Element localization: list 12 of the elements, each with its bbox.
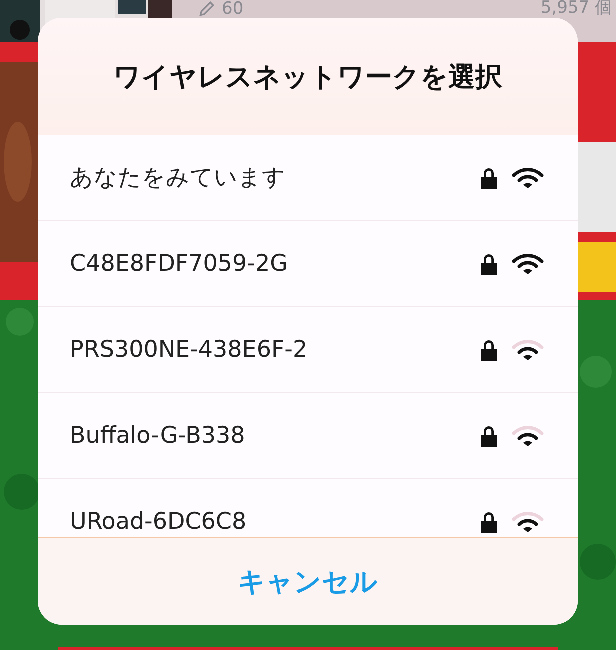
- dialog-title: ワイヤレスネットワークを選択: [114, 60, 502, 94]
- network-name: URoad-6DC6C8: [70, 508, 248, 534]
- edit-count: 60: [222, 0, 244, 18]
- network-row[interactable]: あなたをみています: [38, 135, 578, 221]
- network-name: PRS300NE-438E6F-2: [70, 336, 309, 362]
- network-name: C48E8FDF7059-2G: [70, 250, 289, 276]
- pencil-icon: [198, 0, 216, 18]
- network-row[interactable]: C48E8FDF7059-2G: [38, 221, 578, 307]
- network-row[interactable]: PRS300NE-438E6F-2: [38, 307, 578, 393]
- network-row[interactable]: Buffalo-G-B338: [38, 393, 578, 479]
- network-name: あなたをみています: [70, 164, 287, 193]
- network-name: Buffalo-G-B338: [70, 422, 246, 448]
